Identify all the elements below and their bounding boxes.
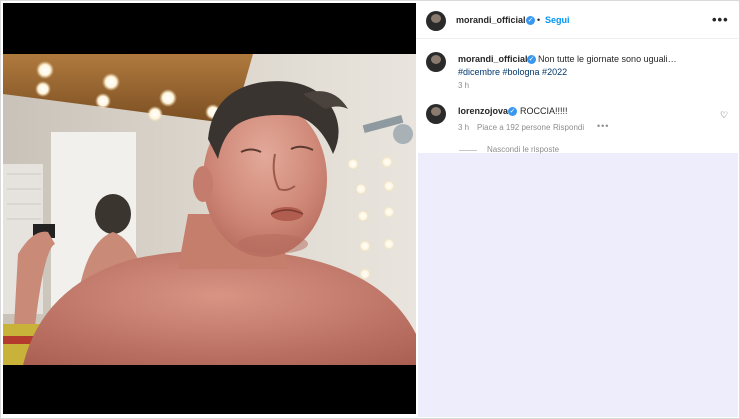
comment-likes[interactable]: Piace a 192 persone bbox=[477, 123, 550, 132]
selfie-image bbox=[3, 54, 416, 365]
comment-username[interactable]: lorenzojova bbox=[458, 106, 508, 116]
caption-text: Non tutte le giornate sono uguali… bbox=[538, 54, 677, 64]
follow-button[interactable]: Segui bbox=[545, 15, 570, 25]
caption-hashtags[interactable]: #dicembre #bologna #2022 bbox=[458, 67, 567, 77]
more-options-icon[interactable]: ••• bbox=[712, 12, 729, 27]
caption-avatar[interactable] bbox=[426, 52, 446, 72]
caption-username[interactable]: morandi_official bbox=[458, 54, 528, 64]
header-divider bbox=[416, 38, 738, 39]
caption-verified-badge-icon: ✓ bbox=[527, 55, 536, 64]
post-photo[interactable] bbox=[3, 54, 416, 365]
replies-line bbox=[459, 150, 477, 151]
header-username[interactable]: morandi_official bbox=[456, 15, 526, 25]
header-separator: • bbox=[537, 15, 541, 25]
post-media[interactable] bbox=[3, 3, 416, 414]
comment-avatar[interactable] bbox=[426, 104, 446, 124]
comment-time[interactable]: 3 h bbox=[458, 123, 469, 132]
comments-overflow-area bbox=[418, 153, 738, 417]
hide-replies-button[interactable]: Nascondi le risposte bbox=[487, 145, 559, 154]
comment-verified-badge-icon: ✓ bbox=[508, 107, 517, 116]
author-avatar[interactable] bbox=[426, 11, 446, 31]
post-dialog: morandi_official ✓ • Segui ••• morandi_o… bbox=[0, 0, 740, 419]
comment-text: ROCCIA!!!!! bbox=[520, 106, 568, 116]
caption-time[interactable]: 3 h bbox=[458, 81, 469, 90]
comment-options-icon[interactable]: ••• bbox=[597, 121, 609, 131]
verified-badge-icon: ✓ bbox=[526, 16, 535, 25]
heart-icon[interactable]: ♡ bbox=[720, 110, 728, 121]
reply-button[interactable]: Rispondi bbox=[553, 123, 584, 132]
